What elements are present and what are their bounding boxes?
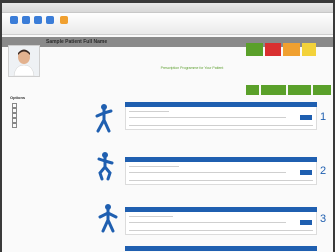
- exercise-header: [125, 246, 317, 251]
- exercise-figure-1: [92, 103, 116, 138]
- page-title: Prescription Programme for Your Patient: [160, 66, 224, 70]
- status-orange[interactable]: [283, 43, 300, 56]
- divider: [129, 111, 169, 112]
- action-button-2[interactable]: [261, 85, 286, 95]
- divider: [129, 222, 286, 223]
- save-icon[interactable]: [46, 16, 54, 24]
- exercise-number: 2: [320, 165, 327, 177]
- exercise-card-2[interactable]: [125, 157, 317, 185]
- exercise-body: [125, 107, 317, 130]
- divider: [129, 216, 173, 217]
- divider: [129, 172, 286, 173]
- divider: [129, 230, 313, 231]
- print-icon[interactable]: [34, 16, 42, 24]
- window-titlebar: [2, 3, 333, 13]
- edit-button[interactable]: [300, 115, 312, 120]
- sidebar-title: Options: [10, 95, 26, 100]
- app-window: Sample Patient Full Name Prescription Pr…: [2, 3, 333, 252]
- sidebar-item[interactable]: [12, 123, 18, 128]
- patient-name: Sample Patient Full Name: [46, 39, 108, 45]
- action-button-1[interactable]: [246, 85, 259, 95]
- forward-icon[interactable]: [22, 16, 30, 24]
- exercise-number: 1: [320, 111, 327, 123]
- edit-button[interactable]: [300, 220, 312, 225]
- status-yellow[interactable]: [302, 43, 316, 56]
- divider: [129, 166, 179, 167]
- back-icon[interactable]: [10, 16, 18, 24]
- divider: [129, 180, 313, 181]
- exercise-body: [125, 162, 317, 185]
- exercise-card-1[interactable]: [125, 102, 317, 130]
- divider: [129, 117, 286, 118]
- divider: [129, 125, 313, 126]
- edit-button[interactable]: [300, 170, 312, 175]
- exercise-number: 3: [320, 213, 327, 225]
- action-button-3[interactable]: [288, 85, 311, 95]
- exercise-body: [125, 212, 317, 235]
- action-button-4[interactable]: [313, 85, 331, 95]
- status-green[interactable]: [246, 43, 263, 56]
- exercise-card-3[interactable]: [125, 207, 317, 235]
- avatar: [8, 45, 40, 77]
- exercise-figure-2: [94, 151, 118, 186]
- export-icon[interactable]: [60, 16, 68, 24]
- exercise-card-4[interactable]: [125, 246, 317, 251]
- toolbar: [2, 13, 333, 35]
- exercise-figure-3: [96, 203, 120, 238]
- status-red[interactable]: [265, 43, 281, 56]
